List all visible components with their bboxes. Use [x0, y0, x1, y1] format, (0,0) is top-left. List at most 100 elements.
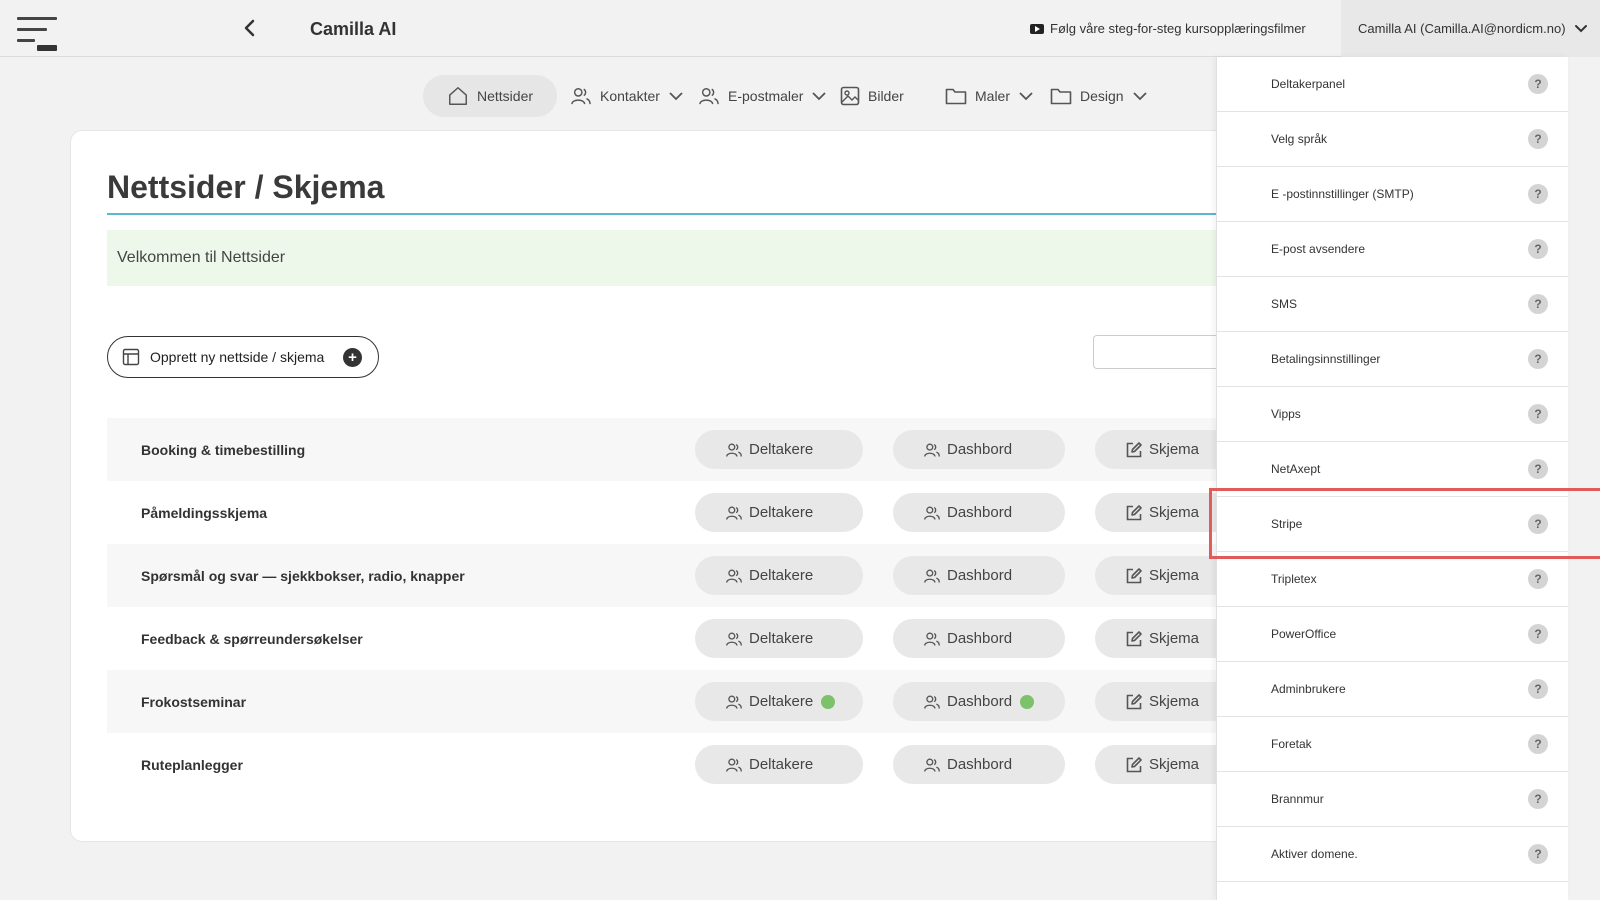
menu-item-betalingsinnstillinger[interactable]: Betalingsinnstillinger? — [1217, 332, 1568, 387]
menu-item-foretak[interactable]: Foretak? — [1217, 717, 1568, 772]
page-title: Nettsider / Skjema — [107, 169, 385, 205]
user-menu-button[interactable]: Camilla AI (Camilla.AI@nordicm.no) — [1341, 0, 1600, 57]
row-title: Spørsmål og svar — sjekkbokser, radio, k… — [141, 568, 465, 584]
help-icon[interactable]: ? — [1528, 569, 1548, 589]
help-icon[interactable]: ? — [1528, 679, 1548, 699]
form-edit-label: Skjema — [1149, 567, 1200, 584]
edit-icon — [1126, 630, 1142, 646]
app-title: Camilla AI — [310, 19, 397, 39]
help-icon[interactable]: ? — [1528, 514, 1548, 534]
help-icon[interactable]: ? — [1528, 624, 1548, 644]
layout-icon — [122, 348, 140, 366]
back-button[interactable] — [238, 16, 262, 40]
participants-label: Deltakere — [749, 567, 814, 584]
users-icon — [726, 569, 742, 583]
help-icon[interactable]: ? — [1528, 294, 1548, 314]
dashboard-button[interactable]: Dashbord — [893, 556, 1065, 595]
nav-item-kontakter[interactable]: Kontakter — [570, 75, 684, 117]
dashboard-button[interactable]: Dashbord — [893, 745, 1065, 784]
nav-item-maler[interactable]: Maler — [945, 75, 1034, 117]
form-edit-button[interactable]: Skjema — [1095, 493, 1235, 532]
edit-icon — [1126, 504, 1142, 520]
dashboard-button[interactable]: Dashbord — [893, 430, 1065, 469]
participants-button[interactable]: Deltakere — [695, 556, 863, 595]
dashboard-button[interactable]: Dashbord — [893, 493, 1065, 532]
dashboard-button[interactable]: Dashbord — [893, 619, 1065, 658]
participants-button[interactable]: Deltakere — [695, 493, 863, 532]
menu-item-label: Aktiver domene. — [1271, 847, 1358, 861]
chevron-down-icon — [812, 92, 827, 101]
form-edit-label: Skjema — [1149, 756, 1200, 773]
participants-button[interactable]: Deltakere — [695, 682, 863, 721]
menu-item-tripletex[interactable]: Tripletex? — [1217, 552, 1568, 607]
form-edit-button[interactable]: Skjema — [1095, 682, 1235, 721]
help-icon[interactable]: ? — [1528, 789, 1548, 809]
menu-item-label: Deltakerpanel — [1271, 77, 1346, 91]
table-row: Frokostseminar Deltakere Dashbord Skjema — [107, 670, 1331, 733]
form-edit-button[interactable]: Skjema — [1095, 745, 1235, 784]
help-icon[interactable]: ? — [1528, 349, 1548, 369]
title-divider — [107, 213, 1331, 215]
help-icon[interactable]: ? — [1528, 129, 1548, 149]
menu-item-netaxept[interactable]: NetAxept? — [1217, 442, 1568, 497]
menu-item-label: Velg språk — [1271, 132, 1328, 146]
dashboard-button[interactable]: Dashbord — [893, 682, 1065, 721]
participants-button[interactable]: Deltakere — [695, 619, 863, 658]
row-title: Booking & timebestilling — [141, 442, 306, 458]
nav-item-label: Bilder — [868, 88, 904, 104]
nav-item-bilder[interactable]: Bilder — [840, 75, 904, 117]
table-row: Ruteplanlegger Deltakere Dashbord Skjema — [107, 733, 1331, 796]
chevron-left-icon — [244, 19, 255, 37]
users-icon — [699, 88, 719, 105]
nav-item-label: Maler — [975, 88, 1011, 104]
page-list: Booking & timebestilling Deltakere Dashb… — [107, 418, 1331, 796]
edit-icon — [1126, 756, 1142, 772]
form-edit-button[interactable]: Skjema — [1095, 619, 1235, 658]
participants-button[interactable]: Deltakere — [695, 745, 863, 784]
help-icon[interactable]: ? — [1528, 404, 1548, 424]
menu-item-velg-sprak[interactable]: Velg språk? — [1217, 112, 1568, 167]
menu-item-e-post-avsendere[interactable]: E-post avsendere? — [1217, 222, 1568, 277]
menu-item-label: Vipps — [1271, 407, 1301, 421]
menu-item-vipps[interactable]: Vipps? — [1217, 387, 1568, 442]
menu-item-label: Stripe — [1271, 517, 1303, 531]
menu-item-deltakerpanel[interactable]: Deltakerpanel? — [1217, 57, 1568, 112]
plus-icon: + — [343, 348, 362, 367]
menu-item-stripe[interactable]: Stripe? — [1217, 497, 1568, 552]
status-dot — [1020, 694, 1035, 709]
users-icon — [726, 506, 742, 520]
participants-label: Deltakere — [749, 693, 814, 710]
help-icon[interactable]: ? — [1528, 459, 1548, 479]
menu-item-poweroffice[interactable]: PowerOffice? — [1217, 607, 1568, 662]
edit-icon — [1126, 693, 1142, 709]
users-icon — [726, 443, 742, 457]
menu-icon[interactable] — [17, 15, 59, 53]
nav-item-nettsider[interactable]: Nettsider — [423, 75, 558, 117]
menu-item-smtp[interactable]: E -postinnstillinger (SMTP)? — [1217, 167, 1568, 222]
users-icon — [924, 695, 940, 709]
chevron-down-icon — [1132, 92, 1147, 101]
dashboard-label: Dashbord — [947, 630, 1013, 647]
help-icon[interactable]: ? — [1528, 74, 1548, 94]
help-icon[interactable]: ? — [1528, 734, 1548, 754]
tutorial-link[interactable]: Følg våre steg-for-steg kursopplæringsfi… — [1030, 21, 1306, 36]
form-edit-button[interactable]: Skjema — [1095, 430, 1235, 469]
form-edit-button[interactable]: Skjema — [1095, 556, 1235, 595]
dashboard-label: Dashbord — [947, 504, 1013, 521]
create-page-button[interactable]: Opprett ny nettside / skjema + — [107, 336, 379, 378]
tutorial-link-label: Følg våre steg-for-steg kursopplæringsfi… — [1050, 21, 1306, 36]
menu-item-brannmur[interactable]: Brannmur? — [1217, 772, 1568, 827]
menu-item-adminbrukere[interactable]: Adminbrukere? — [1217, 662, 1568, 717]
help-icon[interactable]: ? — [1528, 239, 1548, 259]
nav-item-e-postmaler[interactable]: E-postmaler — [698, 75, 827, 117]
help-icon[interactable]: ? — [1528, 184, 1548, 204]
nav-item-label: Kontakter — [600, 88, 660, 104]
participants-button[interactable]: Deltakere — [695, 430, 863, 469]
home-icon — [449, 87, 467, 105]
nav-item-design[interactable]: Design — [1050, 75, 1148, 117]
help-icon[interactable]: ? — [1528, 844, 1548, 864]
menu-item-sms[interactable]: SMS? — [1217, 277, 1568, 332]
create-page-label: Opprett ny nettside / skjema — [150, 349, 325, 365]
nav-item-label: E-postmaler — [728, 88, 804, 104]
menu-item-aktiver-domene[interactable]: Aktiver domene.? — [1217, 827, 1568, 882]
